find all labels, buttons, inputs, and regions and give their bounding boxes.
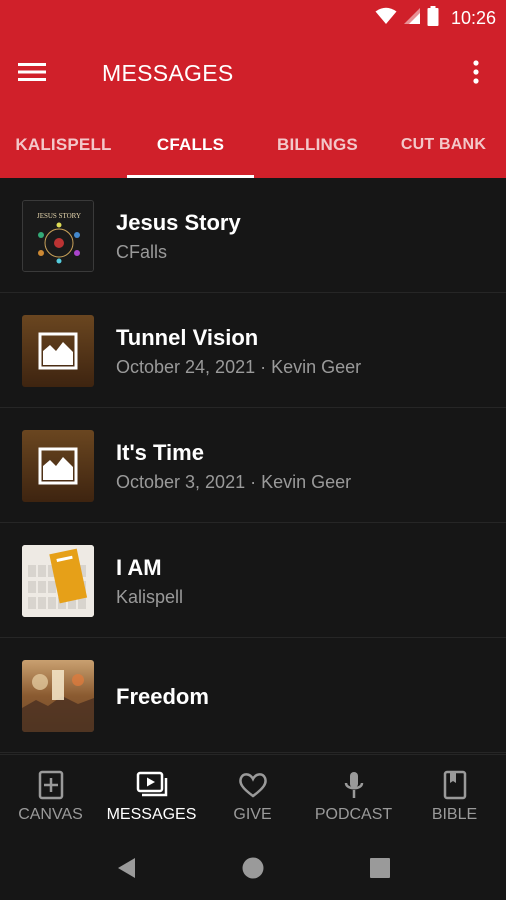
list-item[interactable]: Tunnel Vision October 24, 2021 · Kevin G… (0, 293, 506, 408)
message-subtitle: CFalls (116, 242, 168, 262)
messages-list: JESUS STORY Jesus Story CFalls Tunnel Vi… (0, 178, 506, 754)
back-triangle-icon (115, 856, 137, 885)
nav-label: BIBLE (431, 806, 478, 823)
message-subtitle: October 24, 2021 · Kevin Geer (116, 357, 362, 377)
message-title: Freedom (116, 684, 209, 709)
nav-label: MESSAGES (106, 806, 197, 823)
tab-label: CFALLS (156, 135, 225, 154)
menu-button[interactable] (18, 58, 62, 90)
message-thumbnail (22, 545, 94, 617)
nav-label: CANVAS (18, 806, 83, 823)
system-navigation-bar (0, 840, 506, 900)
tab-label: KALISPELL (15, 135, 112, 154)
recents-square-icon (369, 857, 391, 884)
image-placeholder-icon (22, 447, 94, 502)
message-thumbnail: JESUS STORY (22, 200, 94, 272)
back-button[interactable] (110, 854, 142, 886)
wifi-icon (375, 7, 397, 30)
nav-item-bible[interactable]: BIBLE (404, 755, 505, 841)
heart-icon (237, 769, 269, 801)
list-item[interactable]: JESUS STORY Jesus Story CFalls (0, 178, 506, 293)
app-bar: MESSAGES (0, 36, 506, 112)
nav-label: PODCAST (314, 806, 393, 823)
hamburger-menu-icon (18, 61, 46, 88)
cell-signal-icon (403, 7, 421, 30)
microphone-icon (338, 769, 370, 801)
more-vertical-icon (473, 59, 479, 89)
message-thumbnail (22, 430, 94, 502)
location-tabs: KALISPELL CFALLS BILLINGS CUT BANK (0, 112, 506, 178)
battery-icon (427, 5, 439, 31)
bottom-navigation: CANVAS MESSAGES GIVE PODCAST BIBLE (0, 754, 506, 840)
page-title: MESSAGES (102, 60, 234, 86)
nav-item-podcast[interactable]: PODCAST (303, 755, 404, 841)
tab-label: BILLINGS (277, 135, 358, 154)
message-thumbnail (22, 660, 94, 732)
nav-item-give[interactable]: GIVE (202, 755, 303, 841)
tab-cut-bank[interactable]: CUT BANK (381, 112, 506, 178)
message-title: Tunnel Vision (116, 325, 259, 350)
nav-label: GIVE (233, 806, 272, 823)
message-title: I AM (116, 555, 162, 580)
nav-item-messages[interactable]: MESSAGES (101, 755, 202, 841)
tab-label: CUT BANK (400, 136, 487, 153)
tab-cfalls[interactable]: CFALLS (127, 112, 254, 178)
list-item[interactable]: It's Time October 3, 2021 · Kevin Geer (0, 408, 506, 523)
status-bar: 10:26 (0, 0, 506, 36)
status-time: 10:26 (450, 7, 496, 28)
video-library-icon (136, 769, 168, 801)
message-title: It's Time (116, 440, 204, 465)
recents-button[interactable] (364, 854, 396, 886)
home-button[interactable] (237, 854, 269, 886)
thumbnail-art-text: JESUS STORY (37, 212, 81, 220)
tab-kalispell[interactable]: KALISPELL (0, 112, 127, 178)
overflow-menu-button[interactable] (464, 58, 488, 90)
list-item[interactable]: I AM Kalispell (0, 523, 506, 638)
nav-item-canvas[interactable]: CANVAS (0, 755, 101, 841)
message-subtitle: October 3, 2021 · Kevin Geer (116, 472, 352, 492)
list-item[interactable]: Freedom (0, 638, 506, 753)
status-icons: 10:26 (375, 5, 496, 31)
book-icon (439, 769, 471, 801)
add-box-icon (35, 769, 67, 801)
image-placeholder-icon (22, 332, 94, 387)
tab-billings[interactable]: BILLINGS (254, 112, 381, 178)
message-subtitle: Kalispell (116, 587, 184, 607)
message-thumbnail (22, 315, 94, 387)
message-title: Jesus Story (116, 210, 241, 235)
home-circle-icon (241, 856, 265, 885)
